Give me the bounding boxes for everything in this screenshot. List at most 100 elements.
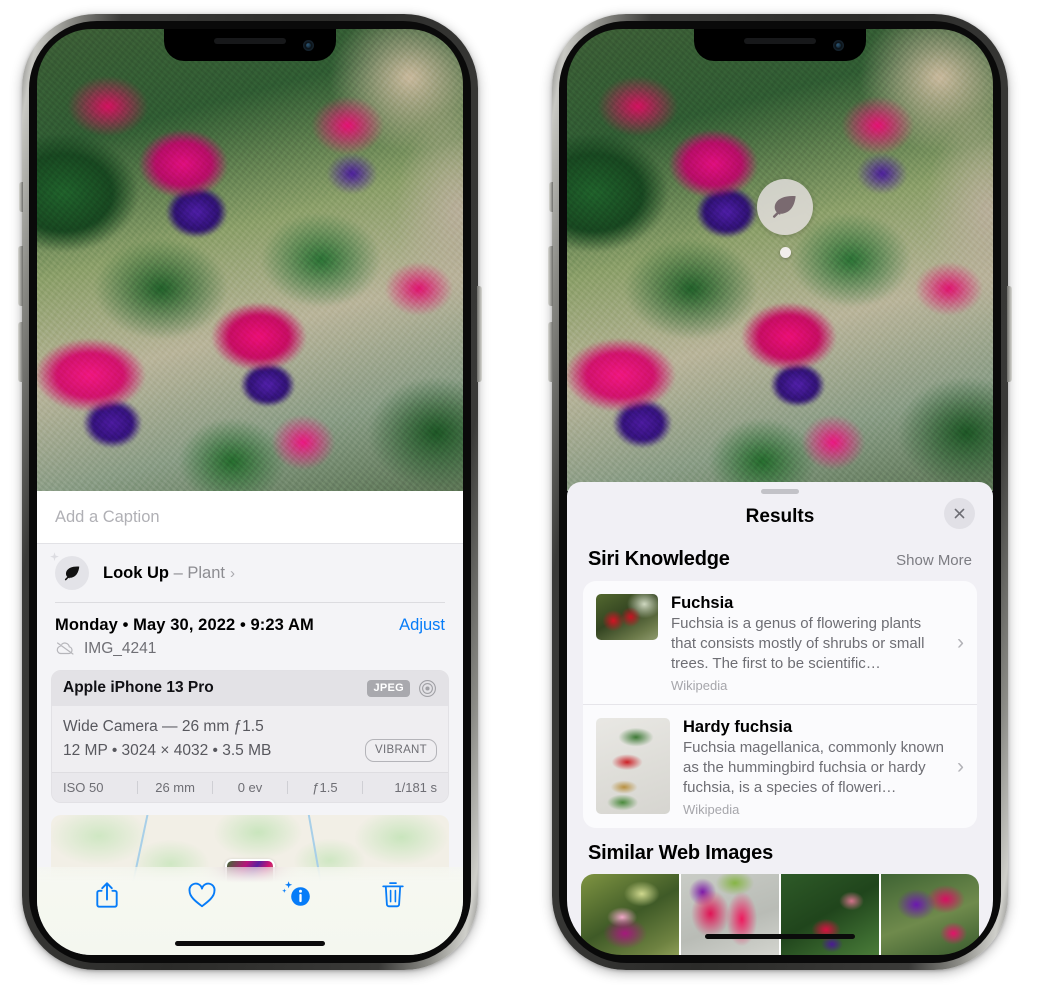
look-up-subject: Plant xyxy=(187,563,225,582)
chevron-right-icon: › xyxy=(229,564,235,582)
web-image-thumb[interactable] xyxy=(681,873,781,955)
mute-switch[interactable] xyxy=(549,182,553,212)
aperture-icon xyxy=(419,679,436,697)
similar-web-images-title: Similar Web Images xyxy=(588,841,773,864)
web-image-thumb[interactable] xyxy=(581,873,681,955)
look-up-label: Look Up – Plant xyxy=(103,564,225,583)
similar-web-images-header: Similar Web Images xyxy=(567,828,993,874)
cloud-slash-icon xyxy=(56,642,74,655)
mute-switch[interactable] xyxy=(19,182,23,212)
results-header: Results xyxy=(567,494,993,540)
list-item[interactable]: Hardy fuchsia Fuchsia magellanica, commo… xyxy=(583,703,977,828)
phone-left: Add a Caption Look Up – Plant › Monday •… xyxy=(18,14,482,970)
volume-down-button[interactable] xyxy=(18,322,23,382)
home-indicator[interactable] xyxy=(175,941,325,946)
earpiece-speaker xyxy=(214,38,286,44)
heart-icon xyxy=(188,882,216,907)
caption-input[interactable]: Add a Caption xyxy=(55,508,160,527)
camera-card-header: Apple iPhone 13 Pro JPEG xyxy=(52,670,448,706)
photo-viewer[interactable] xyxy=(567,29,993,491)
info-sparkle-icon xyxy=(281,881,310,906)
web-image-thumb[interactable] xyxy=(881,873,979,955)
caption-row[interactable]: Add a Caption xyxy=(37,491,463,544)
siri-knowledge-header: Siri Knowledge Show More xyxy=(567,540,993,581)
web-image-thumb[interactable] xyxy=(781,873,881,955)
power-button[interactable] xyxy=(1007,286,1012,382)
result-description: Fuchsia is a genus of flowering plants t… xyxy=(671,615,925,672)
result-body: Hardy fuchsia Fuchsia magellanica, commo… xyxy=(683,718,949,817)
show-more-button[interactable]: Show More xyxy=(896,552,972,569)
earpiece-speaker xyxy=(744,38,816,44)
result-title: Fuchsia xyxy=(671,594,734,612)
camera-exif-row: ISO 50 26 mm 0 ev ƒ1.5 1/181 s xyxy=(52,771,448,802)
notch xyxy=(694,29,866,61)
volume-up-button[interactable] xyxy=(18,246,23,306)
chevron-right-icon: › xyxy=(957,631,964,655)
adjust-button[interactable]: Adjust xyxy=(399,616,445,635)
close-button[interactable] xyxy=(944,498,975,529)
camera-specs-line: 12 MP • 3024 × 4032 • 3.5 MB xyxy=(63,741,272,759)
result-source: Wikipedia xyxy=(683,801,740,817)
camera-info-card[interactable]: Apple iPhone 13 Pro JPEG Wide Camera — 2… xyxy=(51,669,449,803)
trash-icon xyxy=(382,882,404,908)
result-body: Fuchsia Fuchsia is a genus of flowering … xyxy=(671,594,949,693)
result-source: Wikipedia xyxy=(671,677,728,693)
photo-datetime: Monday • May 30, 2022 • 9:23 AM xyxy=(55,615,314,634)
home-indicator[interactable] xyxy=(705,934,855,939)
look-up-title: Look Up xyxy=(103,563,169,582)
results-sheet: Results Siri Knowledge Show More Fuchsia… xyxy=(567,482,993,955)
exif-aperture: ƒ1.5 xyxy=(312,779,338,795)
toolbar-icons xyxy=(37,867,463,923)
look-up-row[interactable]: Look Up – Plant › xyxy=(37,544,463,602)
format-badge: JPEG xyxy=(367,679,410,697)
filename-row: IMG_4241 xyxy=(37,635,463,670)
photo-texture xyxy=(37,29,463,491)
leaf-icon xyxy=(64,566,79,580)
result-thumbnail xyxy=(596,594,658,640)
volume-up-button[interactable] xyxy=(548,246,553,306)
close-icon xyxy=(954,508,965,519)
leaf-icon xyxy=(773,195,796,218)
look-up-icon-wrap xyxy=(50,552,89,590)
volume-down-button[interactable] xyxy=(548,322,553,382)
front-camera-icon xyxy=(833,40,844,51)
info-button[interactable] xyxy=(250,880,346,910)
exif-shutter: 1/181 s xyxy=(394,779,438,795)
leaf-badge xyxy=(55,556,89,590)
exif-ev: 0 ev xyxy=(237,779,263,795)
siri-knowledge-list: Fuchsia Fuchsia is a genus of flowering … xyxy=(583,581,977,828)
front-camera-icon xyxy=(303,40,314,51)
chevron-right-icon: › xyxy=(957,755,964,779)
favorite-button[interactable] xyxy=(155,882,251,909)
results-title: Results xyxy=(745,506,815,527)
camera-lens-line: Wide Camera — 26 mm ƒ1.5 xyxy=(63,717,264,735)
delete-button[interactable] xyxy=(346,880,442,910)
camera-card-body: Wide Camera — 26 mm ƒ1.5 12 MP • 3024 × … xyxy=(52,705,448,772)
photographic-style-badge: VIBRANT xyxy=(365,738,437,763)
exif-focal: 26 mm xyxy=(155,779,195,795)
photo-toolbar xyxy=(37,867,463,955)
photo-texture xyxy=(567,29,993,491)
exif-iso: ISO 50 xyxy=(63,779,104,795)
camera-specs-row: 12 MP • 3024 × 4032 • 3.5 MB VIBRANT xyxy=(63,738,437,763)
phone-screen-left: Add a Caption Look Up – Plant › Monday •… xyxy=(37,29,463,955)
similar-web-images-strip[interactable] xyxy=(581,873,979,955)
camera-device-name: Apple iPhone 13 Pro xyxy=(63,679,214,696)
siri-knowledge-title: Siri Knowledge xyxy=(588,548,730,570)
visual-look-up-badge[interactable] xyxy=(757,179,813,235)
share-button[interactable] xyxy=(59,880,155,910)
result-title: Hardy fuchsia xyxy=(683,717,793,736)
notch xyxy=(164,29,336,61)
datetime-row: Monday • May 30, 2022 • 9:23 AM Adjust xyxy=(37,603,463,635)
power-button[interactable] xyxy=(477,286,482,382)
list-item[interactable]: Fuchsia Fuchsia is a genus of flowering … xyxy=(583,581,977,704)
result-thumbnail xyxy=(596,717,670,814)
phone-right: Results Siri Knowledge Show More Fuchsia… xyxy=(548,14,1012,970)
visual-look-up-anchor-dot xyxy=(780,247,791,258)
result-description: Fuchsia magellanica, commonly known as t… xyxy=(683,738,944,796)
filename-label: IMG_4241 xyxy=(84,639,157,657)
photo-viewer[interactable] xyxy=(37,29,463,491)
look-up-dash: – xyxy=(173,563,183,582)
phone-screen-right: Results Siri Knowledge Show More Fuchsia… xyxy=(567,29,993,955)
share-icon xyxy=(96,882,118,908)
